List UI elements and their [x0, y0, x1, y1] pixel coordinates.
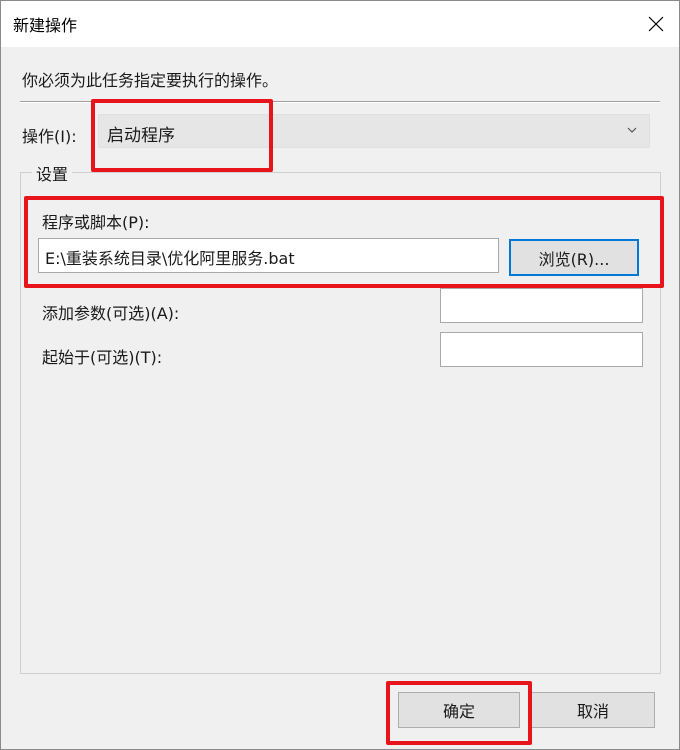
title-bar: 新建操作 — [1, 1, 679, 47]
browse-button[interactable]: 浏览(R)... — [509, 239, 639, 276]
chevron-down-icon — [627, 127, 637, 133]
separator — [20, 101, 660, 103]
cancel-button[interactable]: 取消 — [531, 692, 655, 728]
action-label: 操作(I): — [22, 127, 77, 146]
action-select-value: 启动程序 — [107, 126, 175, 146]
start-in-label: 起始于(可选)(T): — [42, 348, 163, 367]
new-action-dialog: 新建操作 你必须为此任务指定要执行的操作。 操作(I): 启动程序 设置 程序或… — [0, 0, 680, 750]
program-input-value: E:\重装系统目录\优化阿里服务.bat — [45, 249, 295, 268]
start-in-input[interactable] — [440, 332, 643, 367]
program-input[interactable]: E:\重装系统目录\优化阿里服务.bat — [38, 238, 499, 273]
dialog-content: 你必须为此任务指定要执行的操作。 操作(I): 启动程序 设置 程序或脚本(P)… — [1, 47, 679, 749]
instruction-text: 你必须为此任务指定要执行的操作。 — [22, 71, 279, 90]
close-icon — [648, 16, 664, 32]
ok-button[interactable]: 确定 — [398, 692, 520, 728]
close-button[interactable] — [633, 1, 679, 47]
arguments-label: 添加参数(可选)(A): — [42, 304, 180, 323]
window-title: 新建操作 — [13, 16, 78, 35]
settings-group-title: 设置 — [32, 161, 73, 185]
program-label: 程序或脚本(P): — [42, 213, 150, 232]
arguments-input[interactable] — [440, 288, 643, 323]
action-select[interactable]: 启动程序 — [98, 114, 650, 148]
